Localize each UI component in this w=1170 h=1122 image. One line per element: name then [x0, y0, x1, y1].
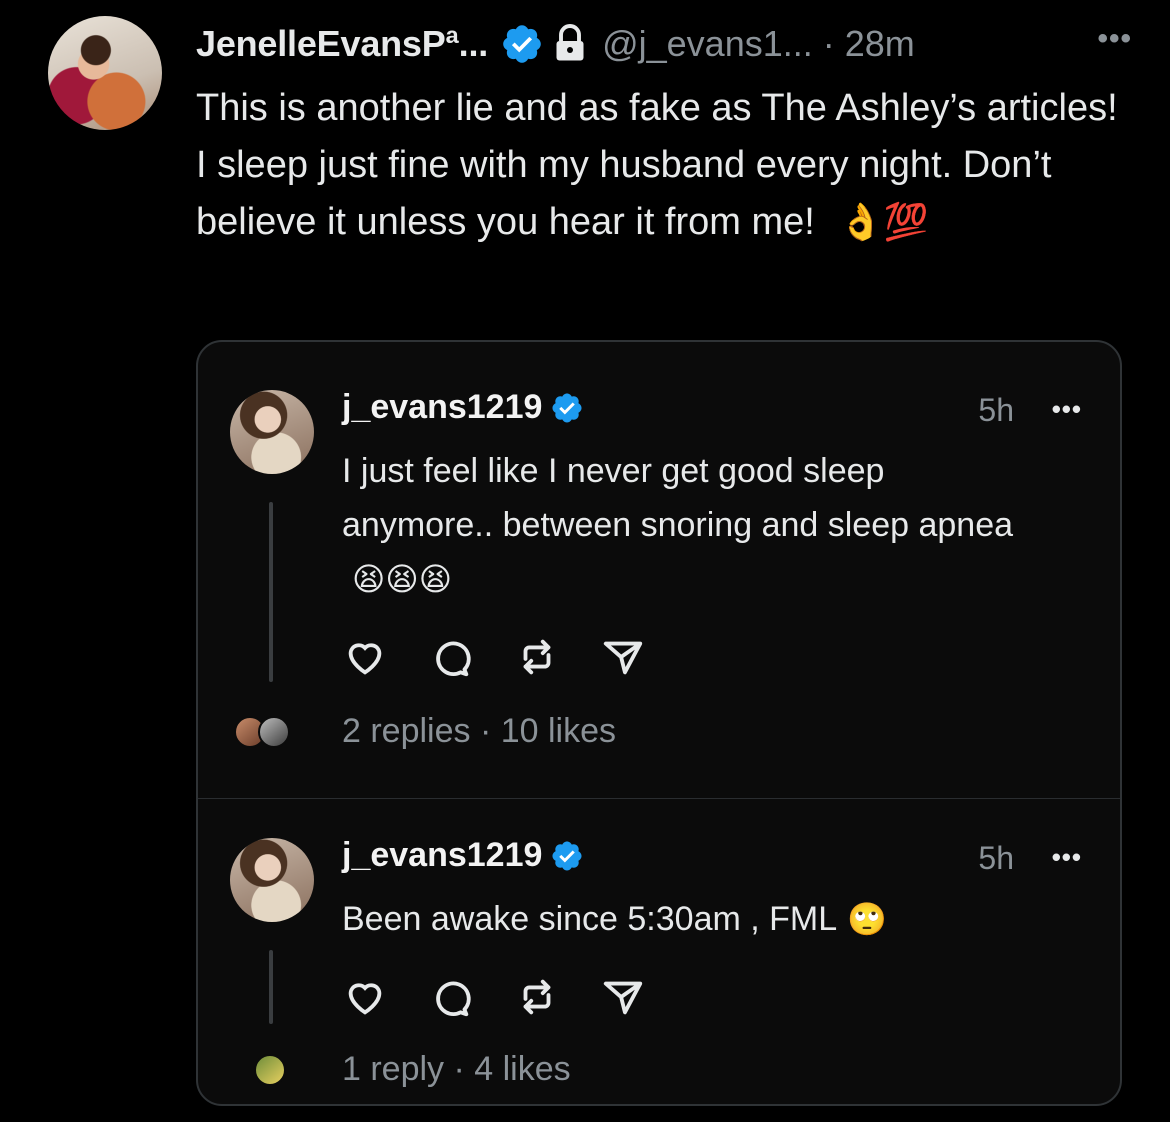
- post-text: I just feel like I never get good sleep …: [342, 444, 1042, 606]
- mini-avatar: [258, 716, 290, 748]
- more-options-icon[interactable]: •••: [1052, 842, 1082, 873]
- tweet-emojis: 👌💯: [838, 202, 929, 243]
- mini-avatar: [254, 1054, 286, 1086]
- tweet-body: This is another lie and as fake as The A…: [196, 87, 1118, 243]
- more-options-icon[interactable]: •••: [1097, 22, 1132, 56]
- post-emojis: 😫😫😫: [352, 560, 453, 598]
- post-body: Been awake since 5:30am , FML: [342, 900, 838, 938]
- post-emojis: 🙄: [847, 900, 887, 938]
- divider: [198, 798, 1120, 799]
- username[interactable]: j_evans1219: [342, 836, 584, 875]
- comment-icon[interactable]: [428, 634, 474, 680]
- username-text[interactable]: j_evans1219: [342, 836, 542, 875]
- heart-icon[interactable]: [342, 974, 388, 1020]
- post-body: I just feel like I never get good sleep …: [342, 452, 1014, 544]
- more-options-icon[interactable]: •••: [1052, 394, 1082, 425]
- handle-and-time[interactable]: @j_evans1... · 28m: [602, 23, 915, 65]
- author-avatar[interactable]: [48, 16, 162, 130]
- action-bar: [342, 974, 646, 1020]
- avatar[interactable]: [230, 390, 314, 474]
- verified-badge-icon: [552, 392, 582, 423]
- lock-icon: [556, 24, 584, 61]
- tweet-header: JenelleEvansPª... @j_evans1... · 28m: [196, 18, 1130, 70]
- share-icon[interactable]: [600, 634, 646, 680]
- post-stats[interactable]: 2 replies · 10 likes: [342, 712, 616, 751]
- avatar[interactable]: [230, 838, 314, 922]
- thread-line: [269, 502, 273, 682]
- username[interactable]: j_evans1219: [342, 388, 584, 427]
- display-name[interactable]: JenelleEvansPª...: [196, 23, 488, 65]
- username-text[interactable]: j_evans1219: [342, 388, 542, 427]
- quoted-thread-card[interactable]: j_evans1219 5h ••• I just feel like I ne…: [196, 340, 1122, 1106]
- comment-icon[interactable]: [428, 974, 474, 1020]
- heart-icon[interactable]: [342, 634, 388, 680]
- post-text: Been awake since 5:30am , FML 🙄: [342, 892, 1042, 946]
- repost-icon[interactable]: [514, 634, 560, 680]
- repost-icon[interactable]: [514, 974, 560, 1020]
- action-bar: [342, 634, 646, 680]
- thread-line: [269, 950, 273, 1024]
- share-icon[interactable]: [600, 974, 646, 1020]
- reply-avatars: [234, 716, 290, 748]
- verified-badge-icon: [503, 25, 541, 63]
- tweet-text: This is another lie and as fake as The A…: [196, 80, 1136, 251]
- post-time: 5h: [978, 840, 1014, 876]
- reply-avatars: [254, 1054, 286, 1086]
- post-stats[interactable]: 1 reply · 4 likes: [342, 1050, 571, 1089]
- verified-badge-icon: [552, 840, 582, 871]
- post-time: 5h: [978, 392, 1014, 428]
